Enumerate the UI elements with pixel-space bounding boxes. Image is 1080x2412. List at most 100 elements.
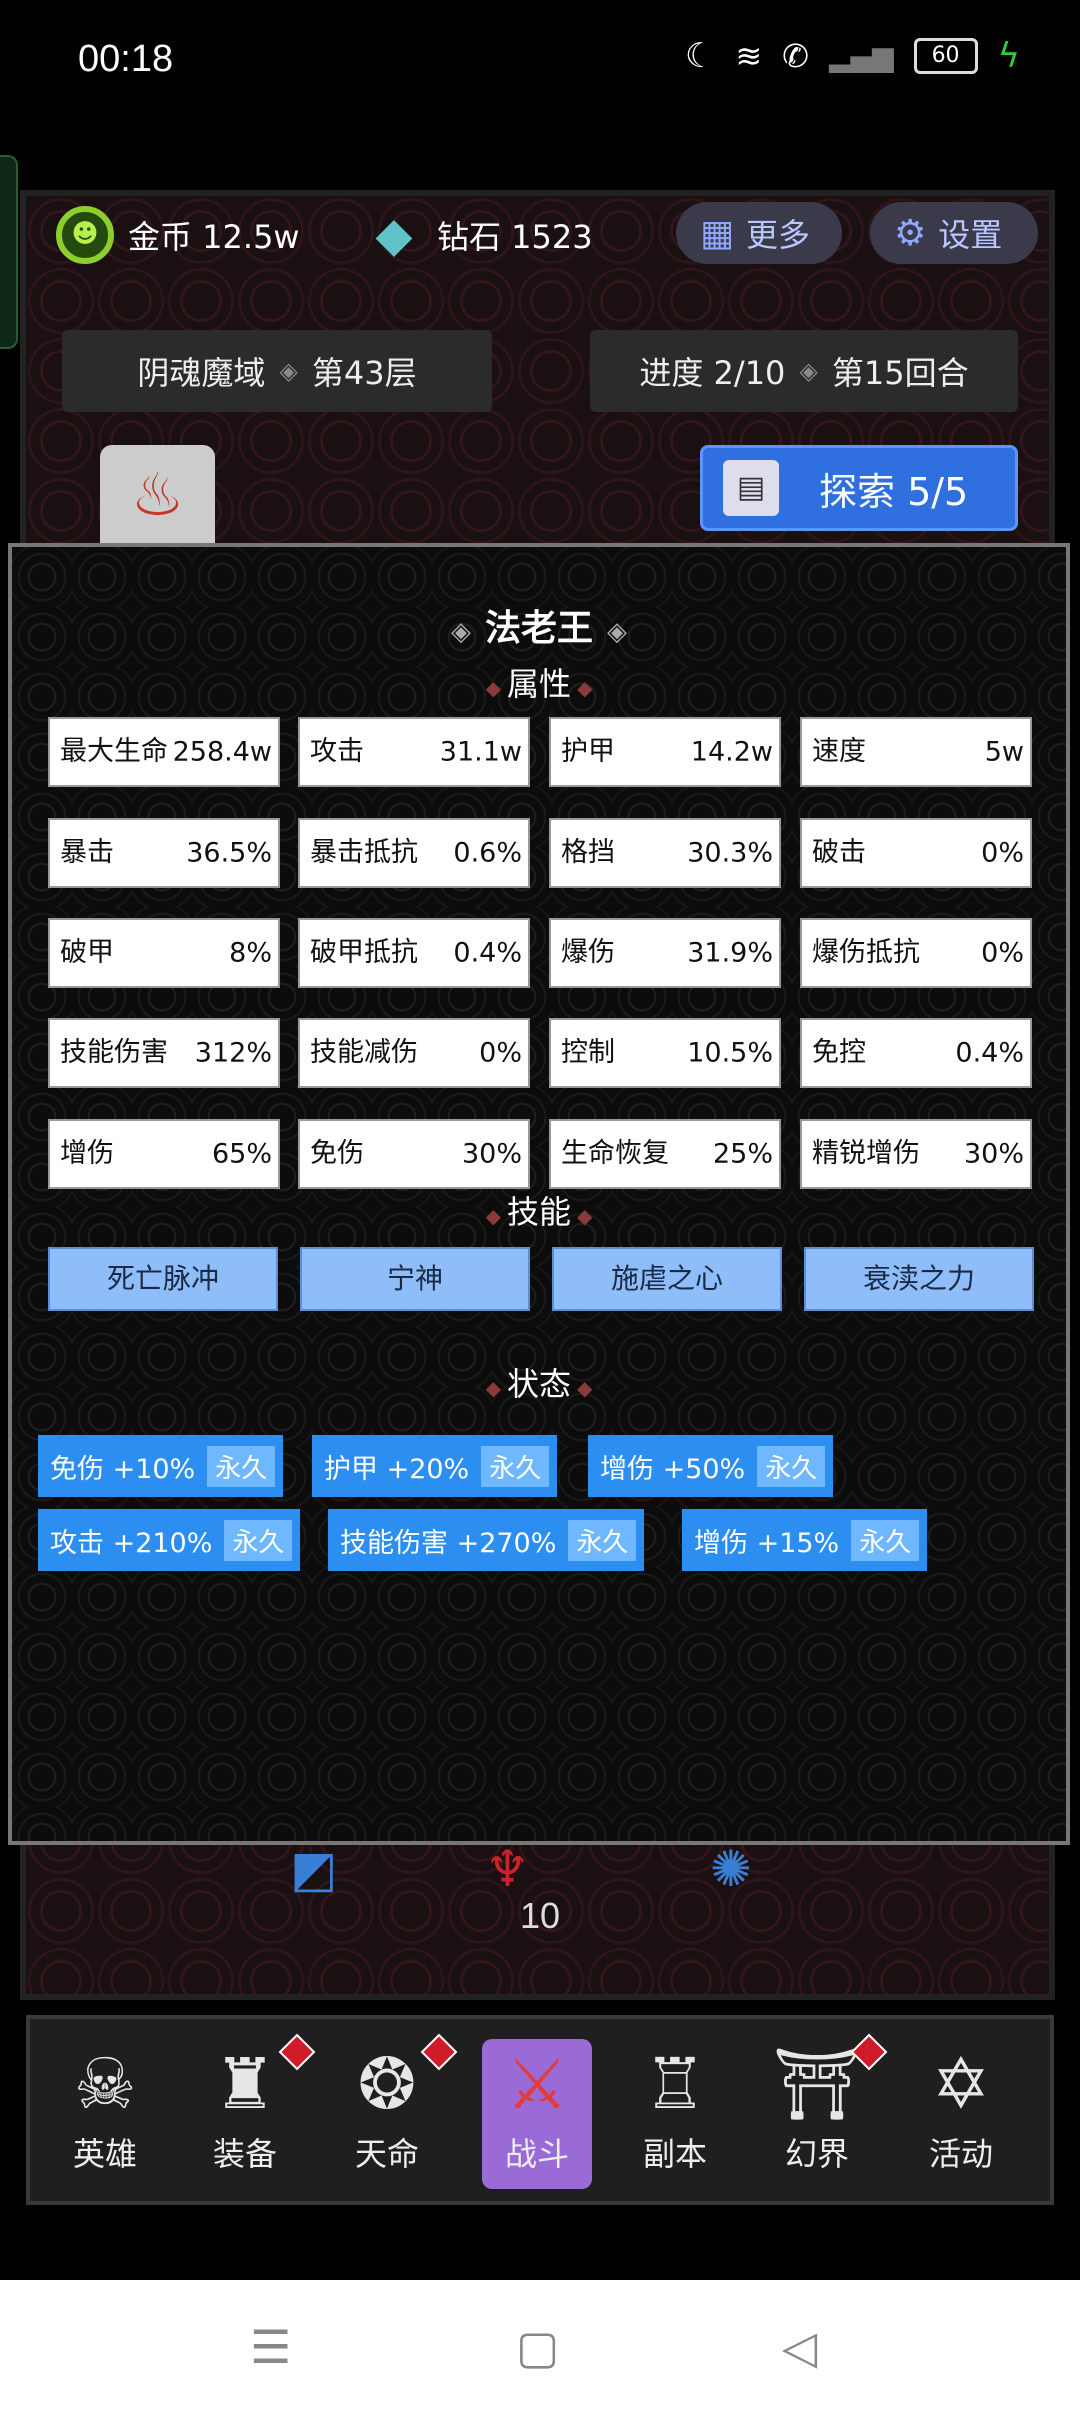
gear-icon: ⚙ [894,212,927,254]
explore-button[interactable]: ▤ 探索 5/5 [700,445,1018,531]
moon-icon: ☾ [684,36,716,76]
gold-display: ☻ 金币 12.5w [56,206,300,264]
nav-illusion[interactable]: ⛩ 幻界 [762,2033,888,2189]
attribute-value: 14.2w [690,736,773,768]
attribute-value: 36.5% [186,837,272,869]
attribute-cell: 生命恢复 25% [549,1119,781,1189]
nav-events[interactable]: ✡ 活动 [906,2039,1016,2189]
attr-section-title: ◆ 属性 ◆ [485,665,593,703]
attribute-name: 爆伤抵抗 [812,937,920,968]
diamond-separator-icon: ◈ [279,357,298,385]
buff-duration: 永久 [757,1445,826,1487]
attribute-name: 格挡 [561,837,615,868]
attribute-cell: 最大生命 258.4w [48,717,280,787]
attribute-name: 速度 [812,736,866,767]
dungeon-name: 阴魂魔域 [137,354,266,392]
attribute-name: 免伤 [310,1138,364,1169]
skill-button[interactable]: 宁神 [300,1247,530,1311]
edge-tab[interactable] [0,155,18,349]
explore-label: 探索 5/5 [819,469,969,514]
settings-button[interactable]: ⚙ 设置 [870,202,1038,264]
attribute-value: 312% [194,1037,272,1069]
attribute-value: 25% [712,1138,773,1170]
attribute-name: 破甲 [60,937,114,968]
bottom-nav: ☠ 英雄 ♜ 装备 ❂ 天命 ⚔ 战斗 ♖ 副本 ⛩ 幻界 ✡ 活动 [26,2015,1054,2205]
attribute-name: 控制 [561,1037,615,1068]
back-icon[interactable]: ◁ [782,2320,817,2374]
attribute-value: 5w [984,736,1024,768]
attribute-cell: 护甲 14.2w [549,717,781,787]
battery-icon: 60 [913,38,978,74]
buff-duration: 永久 [568,1519,637,1561]
unit-left-icon: ◩ [290,1840,338,1898]
gold-label: 金币 12.5w [128,218,300,256]
nav-dungeon[interactable]: ♖ 副本 [620,2039,730,2189]
dungeon-floor: 第43层 [311,354,417,392]
diamond-deco-icon: ◈ [607,617,627,647]
buff-label: 免伤 +10% [50,1453,196,1485]
skill-button[interactable]: 衰渎之力 [804,1247,1034,1311]
attribute-name: 暴击抵抗 [310,837,418,868]
buff-label: 护甲 +20% [324,1453,470,1485]
monster-info-panel: ◈ 法老王 ◈ ◆ 属性 ◆ 最大生命 258.4w 攻击 31.1w 护甲 14.2w 速度 5w 暴… [8,543,1070,1845]
clock: 00:18 [78,38,174,80]
nav-destiny[interactable]: ❂ 天命 [332,2033,458,2189]
attribute-cell: 暴击抵抗 0.6% [298,818,530,888]
attribute-cell: 免伤 30% [298,1119,530,1189]
attribute-value: 258.4w [172,736,272,768]
attribute-name: 攻击 [310,736,364,767]
buff-duration: 永久 [224,1519,293,1561]
attribute-cell: 破甲 8% [48,918,280,988]
home-icon[interactable]: ▢ [516,2320,559,2374]
buff-duration: 永久 [207,1445,276,1487]
status-bar: 00:18 ☾ ≋ ✆ ▂▄▆ 60 ϟ [0,0,1080,125]
attribute-cell: 速度 5w [800,717,1032,787]
attribute-value: 65% [211,1138,272,1170]
attribute-name: 破击 [812,837,866,868]
nav-heroes[interactable]: ☠ 英雄 [50,2039,160,2189]
map-icon: ▤ [723,460,779,516]
attribute-cell: 增伤 65% [48,1119,280,1189]
buff-tag: 技能伤害 +270% 永久 [328,1509,645,1571]
attribute-name: 精锐增伤 [812,1138,920,1169]
attribute-name: 生命恢复 [561,1138,669,1169]
more-button[interactable]: ▦ 更多 [676,202,842,264]
buff-label: 增伤 +15% [694,1527,840,1559]
attribute-name: 技能减伤 [310,1037,418,1068]
unit-center-icon: ♆ [485,1840,530,1898]
call-icon: ✆ [782,37,809,75]
wifi-icon: ≋ [735,37,763,75]
buff-tag: 增伤 +15% 永久 [682,1509,928,1571]
torch-icon[interactable]: ♨ [100,445,215,545]
skills-section-title: ◆ 技能 ◆ [485,1193,593,1231]
skill-button[interactable]: 死亡脉冲 [48,1247,278,1311]
attribute-value: 31.1w [439,736,522,768]
buff-tag: 攻击 +210% 永久 [38,1509,301,1571]
buff-tag: 护甲 +20% 永久 [312,1435,558,1497]
skill-button[interactable]: 施虐之心 [552,1247,782,1311]
attribute-value: 30.3% [687,837,773,869]
dungeon-progress: 进度 2/10 [639,354,786,392]
diamond-icon: ◆ [375,207,413,263]
diamond-display: ◆ 钻石 1523 [365,206,593,264]
attribute-value: 30% [963,1138,1024,1170]
attribute-value: 10.5% [687,1037,773,1069]
attribute-value: 30% [461,1138,522,1170]
coin-icon: ☻ [56,206,114,264]
resource-bar: ☻ 金币 12.5w ◆ 钻石 1523 ▦ 更多 ⚙ 设置 [40,190,1050,280]
attribute-cell: 精锐增伤 30% [800,1119,1032,1189]
scene-counter: 10 [520,1895,561,1936]
attribute-cell: 攻击 31.1w [298,717,530,787]
attribute-cell: 爆伤 31.9% [549,918,781,988]
nav-equipment[interactable]: ♜ 装备 [190,2033,316,2189]
skull-icon: ☠ [73,2043,137,2125]
attribute-cell: 免控 0.4% [800,1018,1032,1088]
nav-battle[interactable]: ⚔ 战斗 [482,2039,592,2189]
buff-tag: 增伤 +50% 永久 [588,1435,834,1497]
attribute-cell: 破击 0% [800,818,1032,888]
buff-duration: 永久 [851,1519,920,1561]
attribute-cell: 技能伤害 312% [48,1018,280,1088]
attribute-cell: 爆伤抵抗 0% [800,918,1032,988]
menu-icon[interactable]: ☰ [250,2320,291,2374]
attribute-cell: 格挡 30.3% [549,818,781,888]
